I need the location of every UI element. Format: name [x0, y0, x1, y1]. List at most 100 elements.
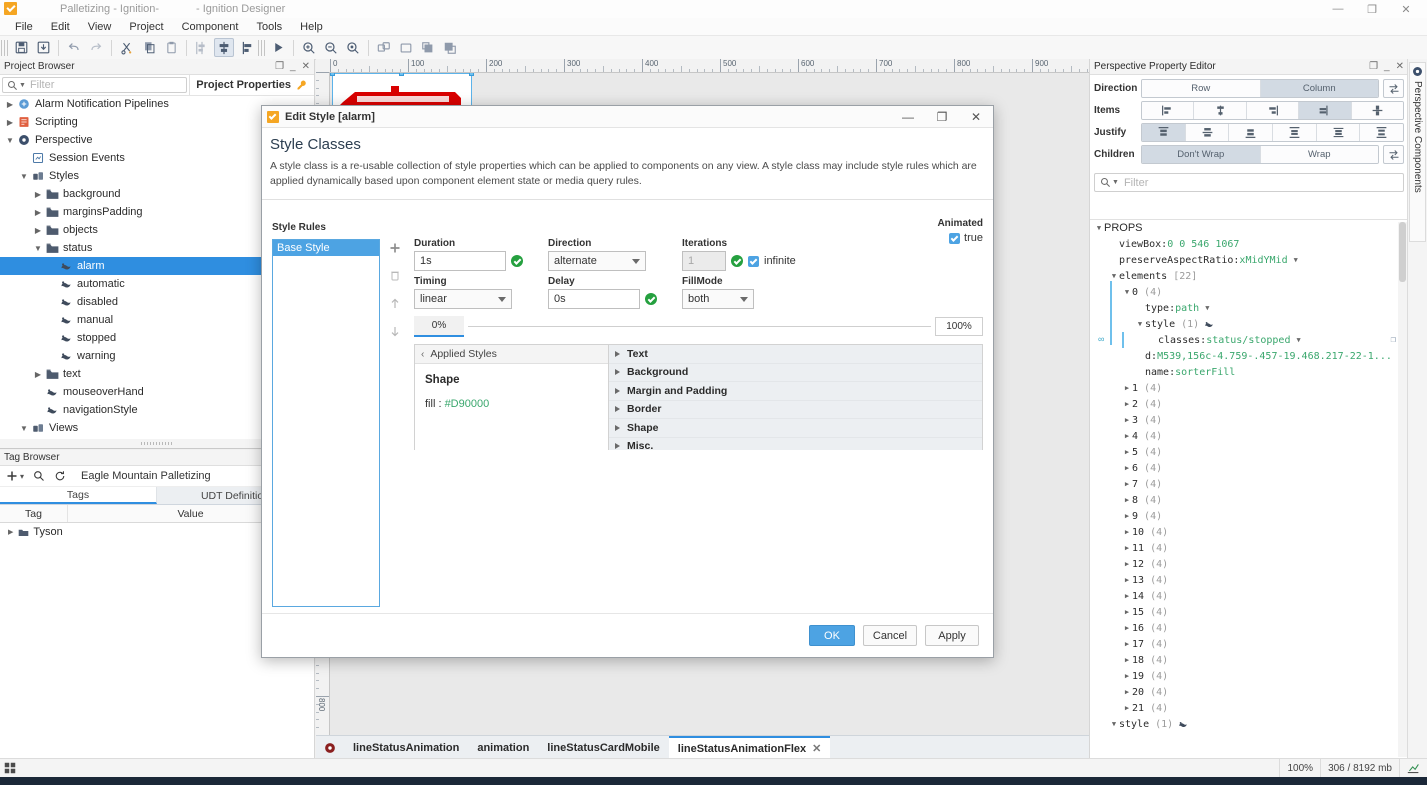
chevron-down-icon[interactable]: ▼ — [19, 82, 26, 89]
save-icon[interactable] — [11, 38, 31, 57]
accordion-section-border[interactable]: Border — [609, 401, 982, 419]
items-option-flex-end[interactable] — [1246, 102, 1300, 119]
move-up-icon[interactable] — [389, 297, 401, 310]
ok-button[interactable]: OK — [809, 625, 855, 646]
close-icon[interactable]: ✕ — [1396, 61, 1404, 72]
copy-icon[interactable] — [139, 38, 159, 57]
twisty-icon[interactable]: ▶ — [32, 370, 44, 379]
minimize-icon[interactable]: — — [1321, 0, 1355, 18]
twisty-icon[interactable]: ▶ — [1122, 432, 1132, 440]
chevron-right-icon[interactable] — [615, 424, 620, 431]
chevron-down-icon[interactable]: ▾ — [20, 472, 24, 481]
prop-row-preserveAspectRatio[interactable]: preserveAspectRatio : xMidYMid ▼ — [1090, 252, 1408, 268]
memory-trash-icon[interactable] — [1399, 759, 1427, 777]
children-option-wrap[interactable]: Wrap — [1260, 146, 1378, 163]
paste-icon[interactable] — [161, 38, 181, 57]
menu-item-view[interactable]: View — [79, 19, 121, 35]
preview-icon[interactable] — [268, 38, 288, 57]
zoom-out-icon[interactable] — [321, 38, 341, 57]
prop-row-20[interactable]: ▶ 20 (4) — [1090, 684, 1408, 700]
accordion-section-margin-and-padding[interactable]: Margin and Padding — [609, 382, 982, 401]
twisty-icon[interactable]: ▼ — [1109, 272, 1119, 280]
align-end-icon[interactable] — [236, 38, 256, 57]
twisty-icon[interactable]: ▶ — [1122, 688, 1132, 696]
prop-row-19[interactable]: ▶ 19 (4) — [1090, 668, 1408, 684]
prop-row-15[interactable]: ▶ 15 (4) — [1090, 604, 1408, 620]
items-option-baseline[interactable] — [1351, 102, 1403, 119]
menu-item-edit[interactable]: Edit — [42, 19, 79, 35]
memory-usage[interactable]: 306 / 8192 mb — [1320, 759, 1399, 777]
items-option-flex-start[interactable] — [1142, 102, 1195, 119]
items-option-center[interactable] — [1194, 102, 1247, 119]
twisty-icon[interactable]: ▶ — [1122, 560, 1132, 568]
infinite-checkbox[interactable] — [748, 255, 759, 267]
children-segments[interactable]: Don't Wrap Wrap — [1141, 145, 1379, 164]
accordion-section-text[interactable]: Text — [609, 345, 982, 364]
copy-icon[interactable]: ❐ — [1391, 335, 1396, 345]
move-down-icon[interactable] — [389, 325, 401, 338]
duration-input[interactable]: 1s — [414, 251, 506, 271]
prop-row-0[interactable]: ▼ 0 (4) — [1090, 284, 1408, 300]
add-icon[interactable] — [389, 242, 401, 254]
direction-reverse-button[interactable] — [1383, 79, 1404, 98]
chevron-down-icon[interactable] — [498, 297, 506, 302]
chevron-down-icon[interactable]: ▼ — [1205, 304, 1209, 312]
resize-handle-n[interactable] — [399, 73, 404, 76]
twisty-icon[interactable]: ▼ — [18, 172, 30, 181]
direction-option-row[interactable]: Row — [1142, 80, 1261, 97]
props-root-row[interactable]: ▼ PROPS — [1090, 220, 1408, 236]
prop-row-style[interactable]: ▼ style (1) — [1090, 716, 1408, 732]
minimize-icon[interactable]: _ — [1384, 61, 1390, 72]
twisty-icon[interactable]: ▶ — [1122, 528, 1132, 536]
prop-row-classes[interactable]: classes : status/stopped ▼ ❐ — [1090, 332, 1408, 348]
maximize-icon[interactable]: ❐ — [1355, 0, 1389, 18]
twisty-icon[interactable]: ▼ — [18, 424, 30, 433]
zoom-level[interactable]: 100% — [1279, 759, 1320, 777]
prop-row-name[interactable]: name : sorterFill — [1090, 364, 1408, 380]
prop-row-7[interactable]: ▶ 7 (4) — [1090, 476, 1408, 492]
resize-handle-ne[interactable] — [469, 73, 474, 76]
grid-toggle-button[interactable] — [0, 762, 20, 774]
twisty-icon[interactable]: ▶ — [32, 226, 44, 235]
direction-select[interactable]: alternate — [548, 251, 646, 271]
refresh-icon[interactable] — [54, 470, 66, 482]
dialog-close-icon[interactable]: ✕ — [959, 106, 993, 127]
binding-link-icon[interactable]: ∞ — [1098, 334, 1104, 344]
justify-segments[interactable] — [1141, 123, 1404, 142]
style-rule-item[interactable]: Base Style — [273, 240, 379, 256]
send-back-icon[interactable] — [440, 38, 460, 57]
twisty-icon[interactable]: ▶ — [4, 100, 16, 109]
twisty-icon[interactable]: ▶ — [1122, 592, 1132, 600]
twisty-icon[interactable]: ▼ — [1135, 320, 1145, 328]
redo-icon[interactable] — [86, 38, 106, 57]
accordion-section-shape[interactable]: Shape — [609, 419, 982, 438]
twisty-icon[interactable]: ▶ — [1122, 640, 1132, 648]
twisty-icon[interactable]: ▶ — [1122, 544, 1132, 552]
applied-property[interactable]: fill : #D90000 — [425, 398, 608, 410]
twisty-icon[interactable]: ▶ — [1122, 576, 1132, 584]
perspective-components-tab[interactable]: Perspective Components — [1409, 62, 1426, 242]
search-icon[interactable] — [33, 470, 45, 482]
delete-icon[interactable] — [389, 269, 401, 282]
direction-option-column[interactable]: Column — [1260, 80, 1378, 97]
children-option-dont-wrap[interactable]: Don't Wrap — [1142, 146, 1261, 163]
twisty-icon[interactable]: ▶ — [32, 190, 44, 199]
twisty-icon[interactable]: ▶ — [1122, 608, 1132, 616]
menu-item-help[interactable]: Help — [291, 19, 332, 35]
accordion-section-background[interactable]: Background — [609, 364, 982, 382]
twisty-icon[interactable]: ▶ — [1122, 656, 1132, 664]
justify-option-space-between[interactable] — [1273, 124, 1317, 141]
prop-row-18[interactable]: ▶ 18 (4) — [1090, 652, 1408, 668]
column-header-tag[interactable]: Tag — [0, 505, 68, 522]
save-all-icon[interactable] — [33, 38, 53, 57]
twisty-icon[interactable]: ▶ — [1122, 416, 1132, 424]
twisty-icon[interactable]: ▼ — [4, 136, 16, 145]
resize-handle-nw[interactable] — [330, 73, 335, 76]
twisty-icon[interactable]: ▶ — [1122, 496, 1132, 504]
keyframe-timeline[interactable]: 0% 100% — [414, 316, 983, 337]
zoom-fit-icon[interactable] — [343, 38, 363, 57]
chevron-left-icon[interactable]: ‹ — [421, 349, 424, 360]
close-icon[interactable]: ✕ — [812, 742, 821, 755]
bring-front-icon[interactable] — [418, 38, 438, 57]
undo-icon[interactable] — [64, 38, 84, 57]
